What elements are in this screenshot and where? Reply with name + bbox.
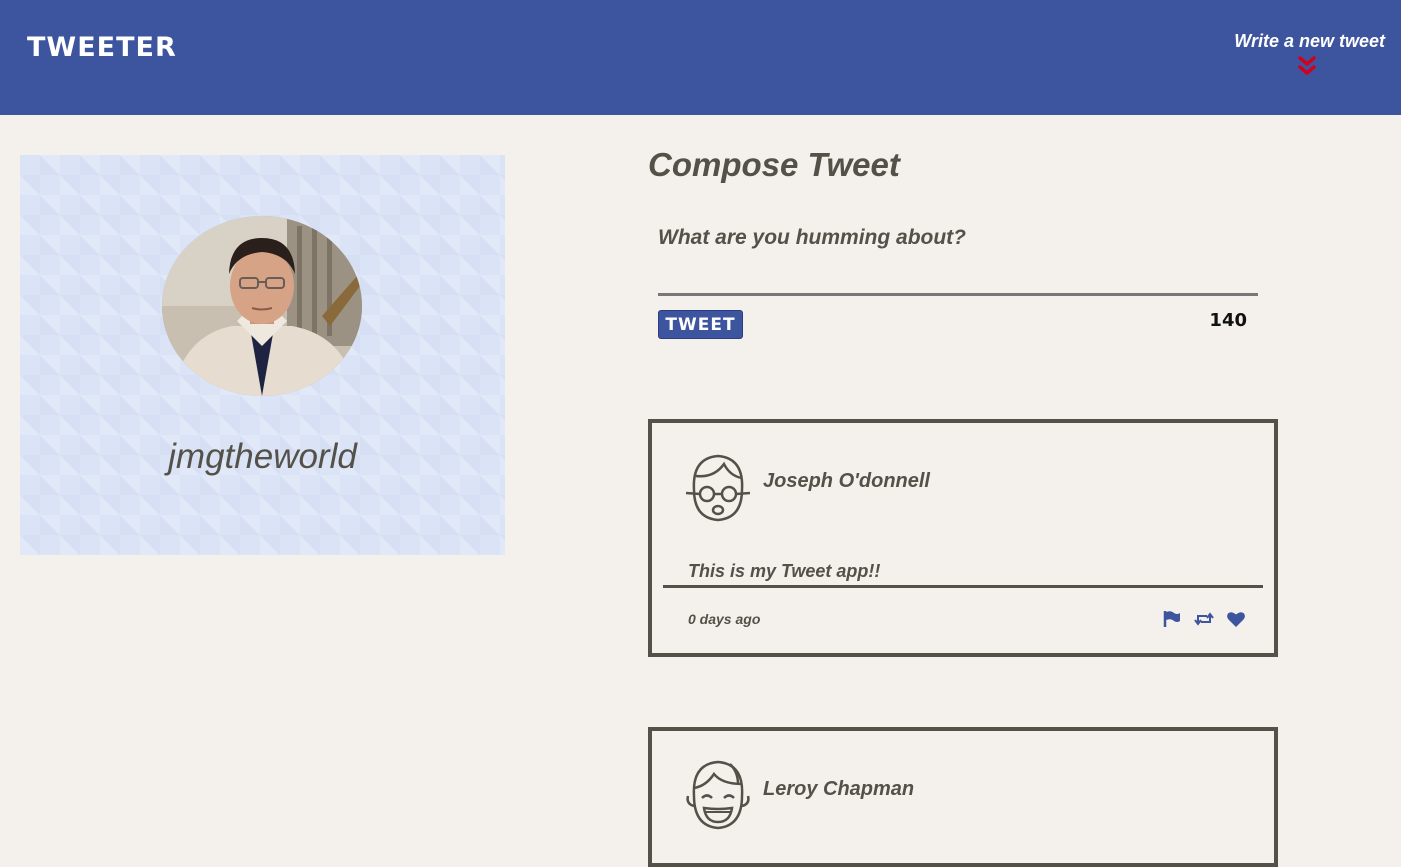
character-counter: 140 <box>1209 310 1247 331</box>
flag-icon[interactable] <box>1162 610 1182 628</box>
brand-logo[interactable]: TWEETER <box>27 32 177 63</box>
tweet-actions <box>1162 609 1246 629</box>
profile-handle: jmgtheworld <box>168 437 357 476</box>
profile-card: jmgtheworld <box>20 155 505 555</box>
retweet-icon[interactable] <box>1194 610 1214 628</box>
double-chevron-down-icon[interactable] <box>1298 56 1316 76</box>
tweet-card: Joseph O'donnell This is my Tweet app!! … <box>648 419 1278 657</box>
write-new-tweet-label[interactable]: Write a new tweet <box>1215 31 1385 52</box>
compose-section: Compose Tweet TWEET 140 <box>648 140 1278 339</box>
write-new-tweet-toggle[interactable]: Write a new tweet <box>1215 31 1385 76</box>
tweet-submit-button[interactable]: TWEET <box>658 310 743 339</box>
compose-title: Compose Tweet <box>648 146 900 183</box>
tweet-author-name: Joseph O'donnell <box>763 470 930 492</box>
user-photo <box>162 216 362 396</box>
tweet-card: Leroy Chapman <box>648 727 1278 867</box>
smiling-face-avatar-icon <box>686 760 750 830</box>
heart-icon[interactable] <box>1226 610 1246 628</box>
tweet-author-name: Leroy Chapman <box>763 778 915 800</box>
tweet-divider <box>663 585 1263 588</box>
user-photo-image <box>162 216 362 396</box>
tweet-text-input[interactable] <box>658 224 1258 296</box>
tweet-content: This is my Tweet app!! <box>688 561 881 581</box>
navbar: TWEETER Write a new tweet <box>0 0 1401 115</box>
tweet-timestamp: 0 days ago <box>688 611 761 627</box>
glasses-face-avatar-icon <box>685 454 751 522</box>
